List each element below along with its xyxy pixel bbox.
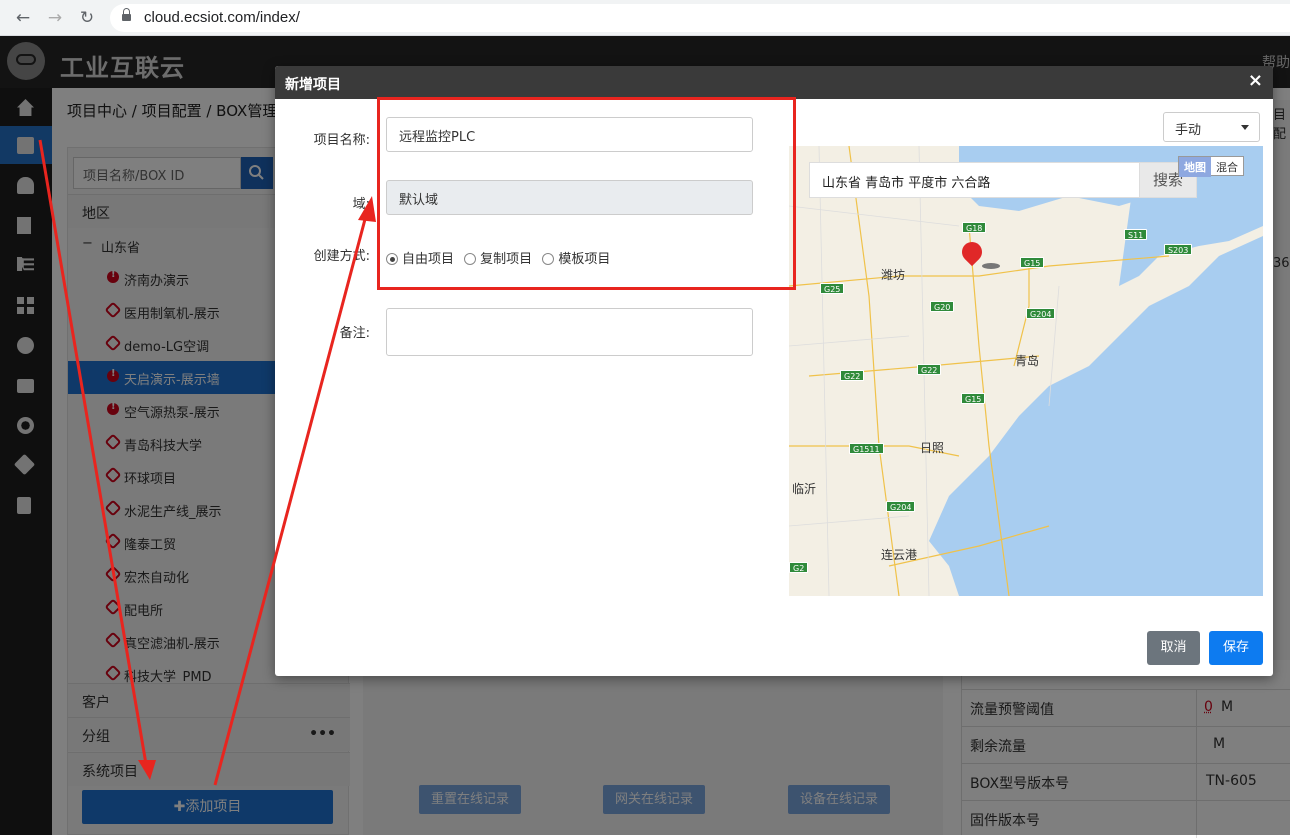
map-type-hybrid[interactable]: 混合 (1211, 157, 1243, 177)
locate-mode-select[interactable]: 手动 (1163, 112, 1260, 142)
browser-toolbar: ← → ↻ cloud.ecsiot.com/index/ (0, 0, 1290, 36)
highway-shield: S11 (1124, 229, 1148, 240)
map-search-input[interactable]: 山东省 青岛市 平度市 六合路 (809, 162, 1159, 198)
highway-shield: G204 (1026, 308, 1056, 319)
city-label: 连云港 (881, 548, 918, 562)
map-type-map[interactable]: 地图 (1179, 157, 1211, 177)
dialog-title: 新增项目 (285, 77, 341, 93)
annotation-highlight-box (377, 97, 796, 290)
marker-shadow (982, 263, 1000, 269)
create-mode-label: 创建方式: (313, 249, 370, 264)
save-button[interactable]: 保存 (1209, 631, 1263, 665)
highway-shield: G20 (930, 301, 955, 312)
highway-shield: G22 (917, 364, 942, 375)
highway-shield: G25 (820, 283, 845, 294)
close-icon[interactable]: × (1248, 70, 1263, 91)
dialog-header: 新增项目 × (275, 66, 1273, 99)
highway-shield: S203 (1164, 244, 1193, 255)
remark-textarea[interactable] (386, 308, 753, 356)
city-label: 日照 (920, 441, 945, 455)
map-view[interactable]: G18 S11 S203 G15 G25 G20 G204 G22 G22 G1… (789, 146, 1263, 596)
highway-shield: G22 (840, 370, 865, 381)
highway-shield: G1511 (849, 443, 884, 454)
highway-shield: G18 (962, 222, 987, 233)
city-label: 临沂 (792, 482, 817, 496)
highway-shield: G204 (886, 501, 916, 512)
project-name-label: 项目名称: (313, 133, 370, 148)
reload-icon[interactable]: ↻ (76, 7, 98, 29)
domain-label: 域: (352, 197, 370, 212)
city-label: 潍坊 (881, 268, 906, 282)
city-label: 青岛 (1015, 354, 1040, 368)
map-type-switch[interactable]: 地图 混合 (1178, 156, 1244, 177)
highway-shield: G2 (789, 562, 809, 573)
highway-shield: G15 (961, 393, 986, 404)
back-icon[interactable]: ← (12, 7, 34, 29)
cancel-button[interactable]: 取消 (1147, 631, 1200, 665)
remark-label: 备注: (339, 326, 370, 341)
chevron-down-icon (1241, 125, 1249, 130)
highway-shield: G15 (1020, 257, 1045, 268)
lock-icon (122, 8, 131, 22)
address-bar[interactable]: cloud.ecsiot.com/index/ (110, 4, 1290, 32)
forward-icon[interactable]: → (44, 7, 66, 29)
url-text: cloud.ecsiot.com/index/ (144, 9, 300, 26)
